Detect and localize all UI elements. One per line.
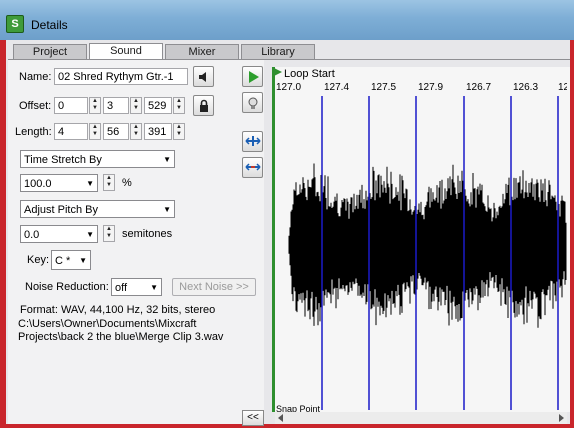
pitch-mode-select[interactable]: Adjust Pitch By ▼ [20, 200, 175, 218]
tempo-marker-label: 126.3 [513, 82, 539, 93]
zoom-in-button[interactable] [242, 131, 263, 152]
tab-mixer[interactable]: Mixer [165, 44, 239, 59]
chevron-down-icon: ▼ [163, 155, 171, 164]
noise-reduction-label: Noise Reduction: [25, 281, 109, 293]
key-value: C * [55, 255, 71, 267]
chevron-down-icon: ▼ [86, 179, 94, 188]
stretch-amount-value: 100.0 [24, 178, 52, 190]
speaker-button[interactable] [193, 66, 214, 87]
hint-button[interactable] [242, 92, 263, 113]
app-icon: S [6, 15, 24, 33]
next-noise-button[interactable]: Next Noise >> [172, 278, 256, 296]
time-stretch-select[interactable]: Time Stretch By ▼ [20, 150, 175, 168]
file-path-line1: C:\Users\Owner\Documents\Mixcraft [18, 318, 197, 330]
length-stepper-2[interactable]: ▲ ▼ [130, 123, 142, 140]
tab-project[interactable]: Project [13, 44, 87, 59]
key-select[interactable]: C * ▼ [51, 250, 91, 270]
tempo-marker-label: 127.5 [371, 82, 397, 93]
tab-library[interactable]: Library [241, 44, 315, 59]
format-info: Format: WAV, 44,100 Hz, 32 bits, stereo [20, 304, 216, 316]
waveform-display [288, 96, 567, 410]
horizontal-scrollbar[interactable] [275, 412, 567, 424]
tempo-marker-label: 127.4 [324, 82, 350, 93]
key-label: Key: [27, 254, 50, 266]
zoom-in-icon [244, 136, 261, 146]
pitch-amount-combo[interactable]: 0.0 ▼ [20, 225, 98, 243]
tab-sound[interactable]: Sound [89, 43, 163, 60]
noise-reduction-select[interactable]: off ▼ [111, 278, 162, 296]
zoom-out-button[interactable] [242, 157, 263, 178]
chevron-down-icon: ▼ [79, 256, 87, 265]
chevron-down-icon: ▼ [163, 205, 171, 214]
pitch-unit-label: semitones [122, 228, 173, 240]
offset-field-3[interactable]: 529 [144, 97, 172, 114]
stretch-unit-label: % [122, 177, 132, 189]
time-stretch-value: Time Stretch By [24, 154, 102, 166]
title-bar[interactable] [0, 0, 574, 40]
offset-stepper-1[interactable]: ▲ ▼ [89, 97, 101, 114]
lock-button[interactable] [193, 95, 214, 116]
pitch-mode-value: Adjust Pitch By [24, 204, 98, 216]
stretch-amount-combo[interactable]: 100.0 ▼ [20, 174, 98, 192]
length-field-3[interactable]: 391 [144, 123, 172, 140]
name-label: Name: [19, 71, 52, 83]
waveform-path [288, 163, 567, 328]
length-label: Length: [15, 126, 52, 138]
pitch-amount-value: 0.0 [24, 229, 40, 241]
speaker-icon [198, 72, 206, 82]
collapse-panel-button[interactable]: << [242, 410, 264, 426]
scrollbar-arrows-icon [278, 414, 564, 422]
loop-start-label: Loop Start [284, 68, 335, 80]
file-path-line2: Projects\back 2 the blue\Merge Clip 3.wa… [18, 331, 224, 343]
chevron-down-icon: ▼ [150, 283, 158, 292]
loop-start-flag-icon[interactable] [271, 66, 283, 81]
offset-label: Offset: [19, 100, 52, 112]
zoom-out-icon [244, 163, 261, 171]
lock-icon [199, 99, 208, 112]
offset-field-2[interactable]: 3 [103, 97, 129, 114]
tempo-marker-label: 127.9 [418, 82, 444, 93]
offset-stepper-3[interactable]: ▲ ▼ [173, 97, 185, 114]
pitch-stepper[interactable]: ▲ ▼ [103, 225, 115, 242]
window-title: Details [31, 18, 68, 32]
name-field[interactable]: 02 Shred Rythym Gtr.-1 [54, 68, 188, 85]
offset-stepper-2[interactable]: ▲ ▼ [130, 97, 142, 114]
chevron-down-icon: ▼ [86, 230, 94, 239]
lightbulb-icon [248, 97, 257, 109]
length-field-1[interactable]: 4 [54, 123, 88, 140]
length-field-2[interactable]: 56 [103, 123, 129, 140]
tempo-marker-label: 126.0 [558, 82, 567, 93]
tempo-marker-label: 127.0 [276, 82, 302, 93]
offset-field-1[interactable]: 0 [54, 97, 88, 114]
length-stepper-3[interactable]: ▲ ▼ [173, 123, 185, 140]
stretch-stepper[interactable]: ▲ ▼ [103, 174, 115, 191]
play-button[interactable] [242, 66, 263, 87]
length-stepper-1[interactable]: ▲ ▼ [89, 123, 101, 140]
play-icon [248, 71, 259, 83]
tempo-marker-label: 126.7 [466, 82, 492, 93]
noise-reduction-value: off [115, 282, 128, 294]
